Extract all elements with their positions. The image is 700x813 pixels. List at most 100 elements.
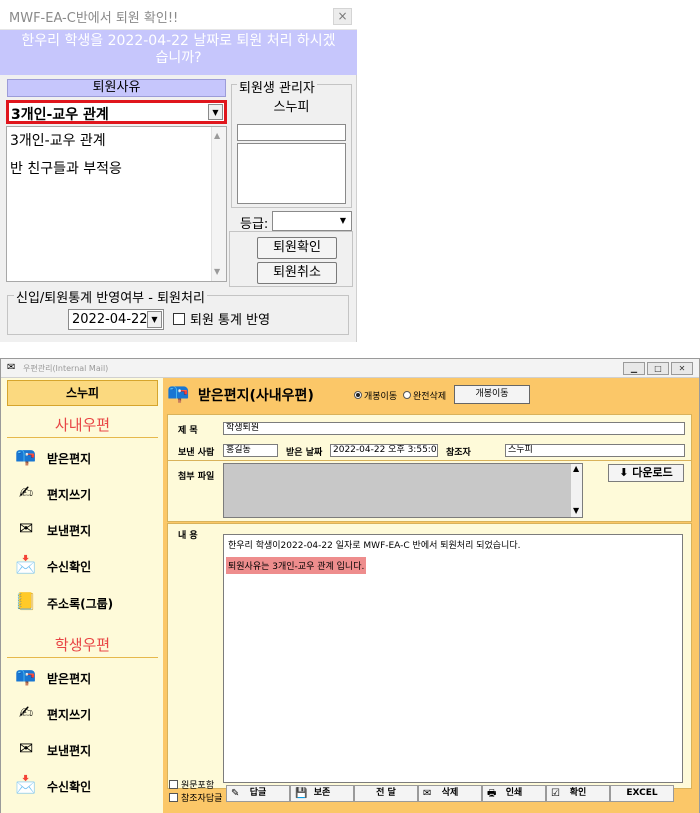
print-label: 인쇄 <box>505 788 523 798</box>
sender-label: 보낸 사람 <box>178 448 215 458</box>
student-compose-item[interactable]: ✍ 편지쓰기 <box>15 701 155 727</box>
student-inbox-item[interactable]: 📪 받은편지 <box>15 665 155 691</box>
withdrawal-dialog: MWF-EA-C반에서 퇴원 확인!! × 한우리 학생을 2022-04-22… <box>0 0 357 342</box>
save-label: 보존 <box>313 788 331 798</box>
company-receipt-item[interactable]: 📩 수신확인 <box>15 553 155 579</box>
radio-move-label: 개봉이동 <box>364 392 398 402</box>
excel-button[interactable]: EXCEL <box>610 785 674 802</box>
mailbox-icon: 📪 <box>15 667 37 687</box>
mail-window-title: 우편관리(Internal Mail) <box>23 364 109 373</box>
nav-label: 보낸편지 <box>47 744 92 758</box>
printer-icon: 🖶 <box>487 788 497 799</box>
addressbook-item[interactable]: 📒 주소록(그룹) <box>15 590 155 616</box>
grade-select[interactable]: ▼ <box>272 211 352 231</box>
reason-select[interactable]: 3개인-교우 관계 ▼ <box>6 100 227 124</box>
manager-input[interactable] <box>237 124 346 141</box>
message-body[interactable]: 한우리 학생이2022-04-22 일자로 MWF-EA-C 반에서 퇴원처리 … <box>223 534 683 783</box>
dialog-title: MWF-EA-C반에서 퇴원 확인!! <box>9 11 179 26</box>
reply-icon: ✎ <box>231 788 240 799</box>
reason-scrollbar[interactable]: ▲ ▼ <box>211 127 226 281</box>
cancel-withdrawal-button[interactable]: 퇴원취소 <box>257 262 337 284</box>
sent-icon: ✉ <box>18 739 34 759</box>
delete-button[interactable]: ✉ 삭제 <box>418 785 482 802</box>
nav-label: 수신확인 <box>47 780 92 794</box>
student-sent-item[interactable]: ✉ 보낸편지 <box>15 737 155 763</box>
print-button[interactable]: 🖶 인쇄 <box>482 785 546 802</box>
nav-label: 주소록(그룹) <box>47 597 114 611</box>
include-original-label: 원문포함 <box>181 781 215 791</box>
scroll-up-icon[interactable]: ▲ <box>214 131 220 140</box>
mailbox-icon: 📪 <box>167 383 190 404</box>
chevron-down-icon[interactable]: ▼ <box>147 311 162 328</box>
stats-legend: 신입/퇴원통계 반영여부 - 퇴원처리 <box>14 287 207 306</box>
scroll-down-icon[interactable]: ▼ <box>214 267 220 276</box>
attachment-scrollbar[interactable]: ▲ ▼ <box>571 464 582 517</box>
received-field[interactable]: 2022-04-22 오후 3:55:00 <box>330 444 438 457</box>
company-compose-item[interactable]: ✍ 편지쓰기 <box>15 481 155 507</box>
header-panel: 제 목 학생퇴원 보낸 사람 홍길동 받은 날짜 2022-04-22 오후 3… <box>167 414 692 463</box>
move-button[interactable]: 개봉이동 <box>454 385 530 404</box>
nav-label: 수신확인 <box>47 560 92 574</box>
reason-list[interactable]: 3개인-교우 관계 반 친구들과 부적응 ▲ ▼ <box>6 126 227 282</box>
radio-move[interactable] <box>354 391 362 399</box>
student-receipt-item[interactable]: 📩 수신확인 <box>15 773 155 799</box>
scroll-up-icon[interactable]: ▲ <box>573 464 579 473</box>
stats-checkbox-label: 퇴원 통계 반영 <box>190 313 271 328</box>
nav-label: 받은편지 <box>47 672 92 686</box>
folder-title: 받은편지(사내우편) <box>198 388 314 404</box>
chevron-down-icon[interactable]: ▼ <box>208 104 223 120</box>
delete-label: 삭제 <box>441 788 459 798</box>
minimize-button[interactable]: ▁ <box>623 362 645 375</box>
manager-legend: 퇴원생 관리자 <box>237 77 317 96</box>
app-icon: ✉ <box>7 362 16 373</box>
chevron-down-icon[interactable]: ▼ <box>336 213 350 229</box>
confirm-withdrawal-button[interactable]: 퇴원확인 <box>257 237 337 259</box>
confirm-message: 한우리 학생을 2022-04-22 날짜로 퇴원 처리 하시겠 습니까? <box>0 30 357 75</box>
student-mail-header: 학생우편 <box>7 633 158 658</box>
receipt-icon: 📩 <box>15 555 37 575</box>
delete-icon: ✉ <box>423 788 432 799</box>
radio-delete[interactable] <box>403 391 411 399</box>
sender-field[interactable]: 홍길동 <box>223 444 278 457</box>
grade-label: 등급: <box>240 217 269 232</box>
scroll-down-icon[interactable]: ▼ <box>573 506 579 515</box>
company-inbox-item[interactable]: 📪 받은편지 <box>15 445 155 471</box>
nav-label: 편지쓰기 <box>47 488 92 502</box>
manager-memo[interactable] <box>237 143 346 204</box>
confirm-button[interactable]: ☑ 확인 <box>546 785 610 802</box>
compose-icon: ✍ <box>18 483 34 503</box>
subject-field[interactable]: 학생퇴원 <box>223 422 685 435</box>
reply-button[interactable]: ✎ 답글 <box>226 785 290 802</box>
attachment-label: 첨부 파일 <box>178 472 215 482</box>
download-button[interactable]: ⬇ 다운로드 <box>608 464 684 482</box>
cc-reply-checkbox[interactable] <box>169 793 178 802</box>
include-original-checkbox[interactable] <box>169 780 178 789</box>
reason-option-2[interactable]: 반 친구들과 부적응 <box>10 158 122 178</box>
confirm-message-line1: 한우리 학생을 2022-04-22 날짜로 퇴원 처리 하시겠 <box>21 33 336 49</box>
download-label: 다운로드 <box>632 466 673 479</box>
subject-label: 제 목 <box>178 426 198 436</box>
maximize-button[interactable]: □ <box>647 362 669 375</box>
attachment-list[interactable] <box>223 463 583 518</box>
receipt-icon: 📩 <box>15 775 37 795</box>
body-line-2: 퇴원사유는 3개인-교우 관계 입니다. <box>226 557 367 574</box>
save-button[interactable]: 💾 보존 <box>290 785 354 802</box>
mail-titlebar: ✉ 우편관리(Internal Mail) ▁ □ ✕ <box>1 359 699 378</box>
action-panel: 퇴원확인 퇴원취소 <box>229 231 353 287</box>
stats-date-select[interactable]: 2022-04-22 ▼ <box>68 309 164 330</box>
cc-reply-label: 참조자답글 <box>181 794 223 804</box>
company-sent-item[interactable]: ✉ 보낸편지 <box>15 517 155 543</box>
download-icon: ⬇ <box>619 466 629 479</box>
reason-option-1[interactable]: 3개인-교우 관계 <box>10 130 106 150</box>
save-icon: 💾 <box>295 788 308 799</box>
mail-window: ✉ 우편관리(Internal Mail) ▁ □ ✕ 스누피 사내우편 📪 받… <box>0 358 700 813</box>
mailbox-icon: 📪 <box>15 447 37 467</box>
forward-button[interactable]: 전 달 <box>354 785 418 802</box>
user-name: 스누피 <box>7 380 158 406</box>
close-button[interactable]: × <box>333 8 352 25</box>
nav-label: 받은편지 <box>47 452 92 466</box>
stats-checkbox[interactable] <box>173 313 185 325</box>
reason-header: 퇴원사유 <box>7 79 226 97</box>
cc-field[interactable]: 스누피 <box>505 444 685 457</box>
close-button[interactable]: ✕ <box>671 362 693 375</box>
